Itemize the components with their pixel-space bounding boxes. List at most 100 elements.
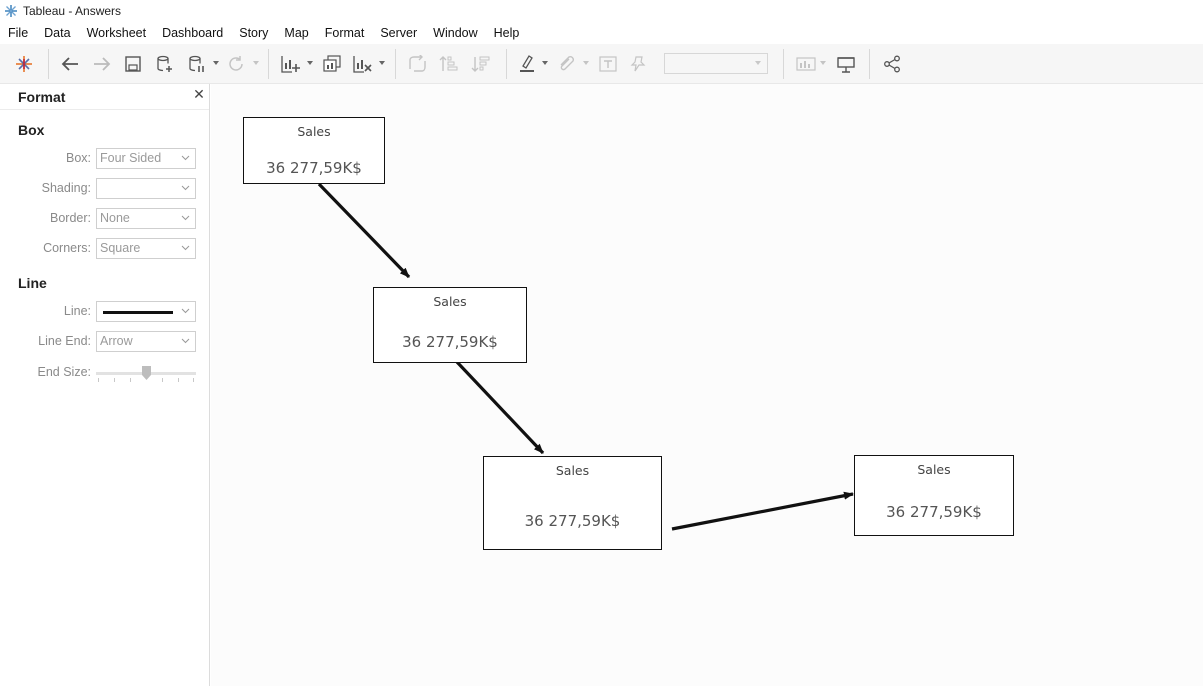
share-icon[interactable] — [880, 52, 904, 76]
toolbar-separator — [506, 49, 507, 79]
show-mark-labels-icon[interactable] — [596, 52, 620, 76]
chevron-down-icon — [755, 61, 761, 65]
menu-bar: File Data Worksheet Dashboard Story Map … — [0, 22, 1203, 44]
new-worksheet-icon[interactable] — [278, 52, 302, 76]
refresh-icon[interactable] — [224, 52, 248, 76]
sort-ascending-icon[interactable] — [437, 52, 461, 76]
dropdown-caret[interactable] — [542, 61, 548, 65]
title-bar: Tableau - Answers — [0, 0, 1203, 22]
kpi-value: 36 277,59K$ — [402, 333, 498, 351]
arrow-line[interactable] — [671, 491, 854, 531]
slider-tick — [193, 378, 194, 382]
fix-axes-icon[interactable] — [626, 52, 650, 76]
toolbar — [0, 44, 1203, 84]
chevron-down-icon — [181, 308, 190, 314]
line-style-select[interactable] — [96, 301, 196, 322]
arrow-line[interactable] — [455, 360, 545, 455]
show-me-icon[interactable] — [794, 52, 818, 76]
chevron-down-icon — [181, 215, 190, 221]
undo-icon[interactable] — [58, 52, 82, 76]
line-end-label: Line End: — [38, 334, 91, 348]
clear-sheet-icon[interactable] — [350, 52, 374, 76]
format-pane: Format ✕ Box Box: Four Sided Shading: Bo… — [0, 84, 210, 686]
kpi-label: Sales — [555, 463, 590, 478]
presentation-mode-icon[interactable] — [834, 52, 858, 76]
kpi-label: Sales — [917, 462, 951, 477]
chevron-down-icon — [181, 245, 190, 251]
dropdown-caret[interactable] — [820, 61, 826, 65]
line-end-value: Arrow — [100, 334, 133, 348]
line-section-title: Line — [18, 275, 47, 291]
menu-file[interactable]: File — [0, 22, 36, 44]
dropdown-caret[interactable] — [213, 61, 219, 65]
slider-thumb[interactable] — [142, 366, 151, 380]
menu-worksheet[interactable]: Worksheet — [79, 22, 155, 44]
swap-rows-columns-icon[interactable] — [405, 52, 429, 76]
toolbar-separator — [869, 49, 870, 79]
arrow-line[interactable] — [317, 182, 411, 279]
kpi-value: 36 277,59K$ — [524, 512, 621, 530]
shading-label: Shading: — [41, 181, 91, 195]
format-pane-header: Format ✕ — [0, 84, 209, 110]
dropdown-caret[interactable] — [253, 61, 259, 65]
toolbar-separator — [395, 49, 396, 79]
menu-help[interactable]: Help — [486, 22, 528, 44]
dropdown-caret[interactable] — [583, 61, 589, 65]
kpi-label: Sales — [433, 294, 467, 309]
menu-window[interactable]: Window — [425, 22, 485, 44]
chevron-down-icon — [181, 155, 190, 161]
border-value: None — [100, 211, 130, 225]
border-select[interactable]: None — [96, 208, 196, 229]
shading-select[interactable] — [96, 178, 196, 199]
line-end-select[interactable]: Arrow — [96, 331, 196, 352]
corners-label: Corners: — [43, 241, 91, 255]
tableau-logo-icon — [5, 5, 17, 17]
box-style-value: Four Sided — [100, 151, 162, 165]
pause-auto-updates-icon[interactable] — [186, 52, 208, 76]
corners-select[interactable]: Square — [96, 238, 196, 259]
corners-value: Square — [100, 241, 141, 255]
chevron-down-icon — [181, 338, 190, 344]
toolbar-separator — [268, 49, 269, 79]
redo-icon[interactable] — [90, 52, 114, 76]
close-icon[interactable]: ✕ — [192, 88, 206, 102]
dropdown-caret[interactable] — [307, 61, 313, 65]
tableau-home-icon[interactable] — [12, 52, 36, 76]
menu-data[interactable]: Data — [36, 22, 78, 44]
box-style-label: Box: — [65, 151, 91, 165]
end-size-slider[interactable] — [96, 365, 196, 385]
line-style-sample — [103, 311, 173, 314]
dropdown-caret[interactable] — [379, 61, 385, 65]
menu-server[interactable]: Server — [372, 22, 425, 44]
toolbar-separator — [783, 49, 784, 79]
menu-map[interactable]: Map — [276, 22, 316, 44]
box-section-title: Box — [18, 122, 45, 138]
duplicate-sheet-icon[interactable] — [320, 52, 344, 76]
sales-kpi-box[interactable]: Sales 36 277,59K$ — [854, 455, 1014, 536]
kpi-label: Sales — [297, 124, 331, 139]
slider-tick — [178, 378, 179, 382]
dashboard-canvas[interactable]: Sales 36 277,59K$ Sales 36 277,59K$ Sale… — [211, 84, 1203, 686]
sales-kpi-box[interactable]: Sales 36 277,59K$ — [373, 287, 527, 363]
menu-story[interactable]: Story — [231, 22, 276, 44]
box-style-select[interactable]: Four Sided — [96, 148, 196, 169]
kpi-value: 36 277,59K$ — [886, 503, 982, 521]
border-label: Border: — [50, 211, 91, 225]
kpi-value: 36 277,59K$ — [266, 159, 362, 177]
sort-descending-icon[interactable] — [469, 52, 493, 76]
sales-kpi-box[interactable]: Sales 36 277,59K$ — [483, 456, 662, 550]
menu-dashboard[interactable]: Dashboard — [154, 22, 231, 44]
end-size-label: End Size: — [37, 365, 91, 379]
fit-dropdown[interactable] — [664, 53, 768, 74]
slider-tick — [114, 378, 115, 382]
slider-tick — [130, 378, 131, 382]
highlight-icon[interactable] — [516, 52, 540, 76]
new-data-source-icon[interactable] — [154, 52, 176, 76]
menu-format[interactable]: Format — [317, 22, 373, 44]
group-members-icon[interactable] — [554, 52, 578, 76]
save-icon[interactable] — [122, 52, 144, 76]
slider-tick — [98, 378, 99, 382]
sales-kpi-box[interactable]: Sales 36 277,59K$ — [243, 117, 385, 184]
line-style-label: Line: — [63, 304, 91, 318]
slider-tick — [162, 378, 163, 382]
